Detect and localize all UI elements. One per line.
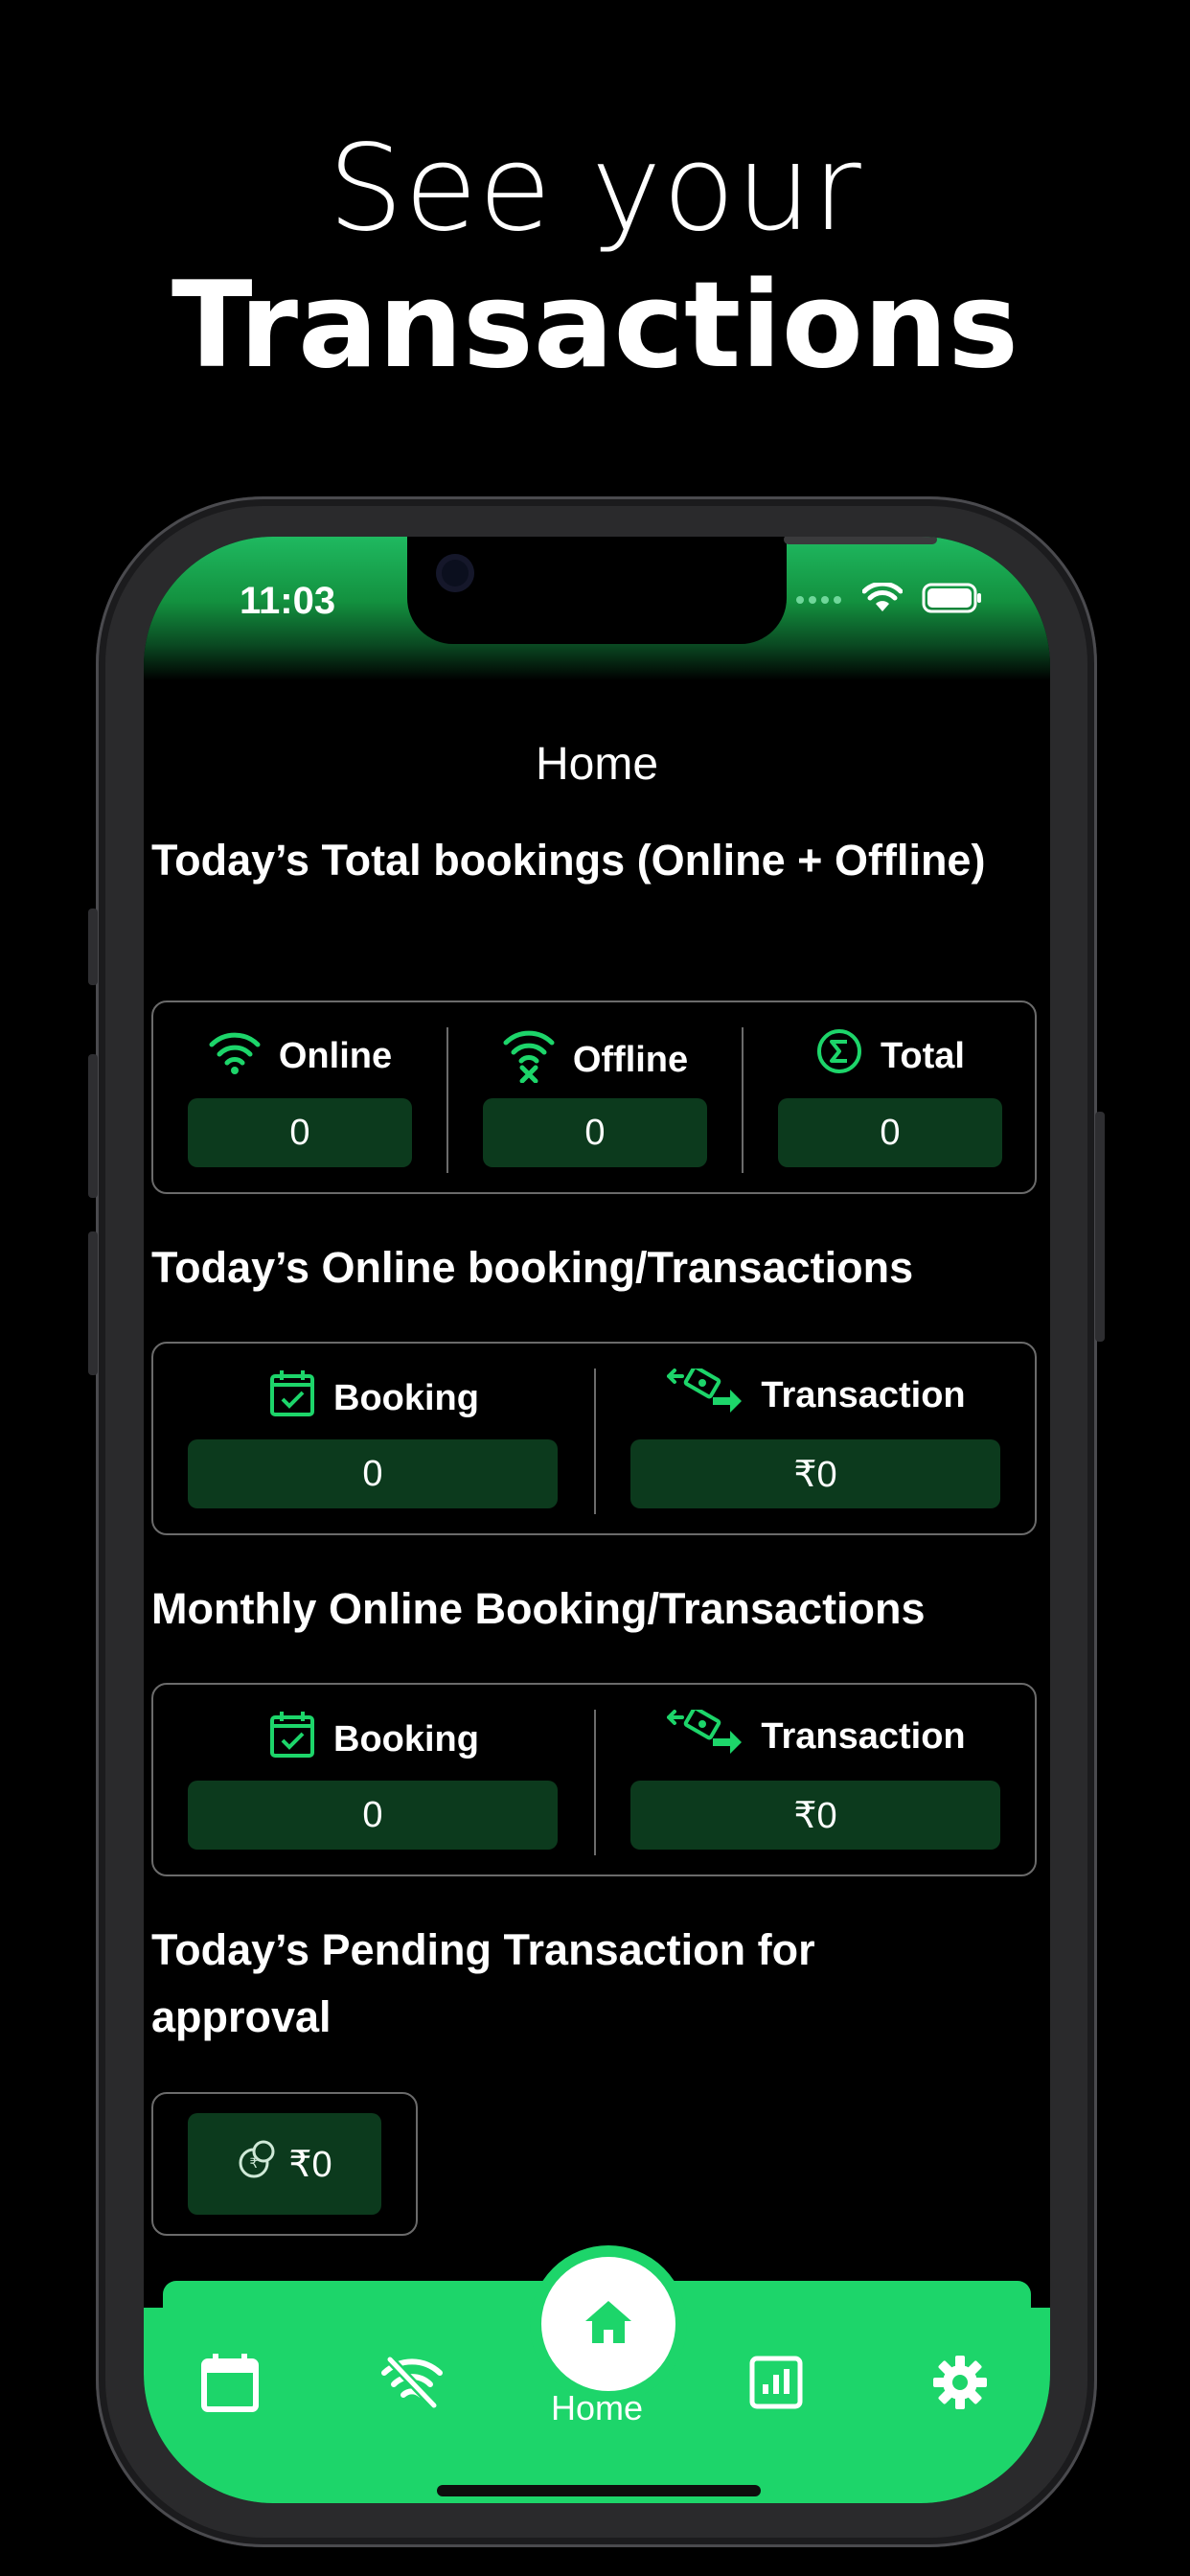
transaction-value: ₹0 xyxy=(630,1781,1000,1850)
app-screen: 11:03 Home Today’s Total bookings (Onlin… xyxy=(144,537,1050,2503)
monthly-online-title: Monthly Online Booking/Transactions xyxy=(151,1584,926,1633)
front-camera xyxy=(436,554,474,592)
status-icons xyxy=(795,581,983,618)
online-label: Online xyxy=(278,1035,393,1076)
booking-column: Booking 0 xyxy=(153,1344,594,1533)
pending-value-box: ₹ ₹0 xyxy=(188,2113,381,2215)
money-transfer-icon xyxy=(667,1365,744,1422)
speaker xyxy=(784,537,937,544)
booking-label: Booking xyxy=(333,1377,479,1418)
svg-text:₹: ₹ xyxy=(250,2156,259,2172)
booking-value: 0 xyxy=(188,1781,558,1850)
pending-card: ₹ ₹0 xyxy=(151,2092,418,2236)
online-column: Online 0 xyxy=(153,1002,446,1192)
transaction-column: Transaction ₹0 xyxy=(596,1344,1037,1533)
wifi-icon xyxy=(208,1027,262,1085)
offline-label: Offline xyxy=(572,1039,689,1080)
pending-title: Today’s Pending Transaction for approval xyxy=(151,1925,815,2041)
sigma-icon xyxy=(815,1027,863,1085)
headline-line1: See your xyxy=(328,120,862,258)
transaction-label: Transaction xyxy=(761,1715,966,1757)
signal-dots-icon xyxy=(795,592,843,610)
wifi-off-icon xyxy=(502,1027,556,1092)
wifi-icon xyxy=(861,581,904,618)
volume-down-button xyxy=(88,1231,98,1375)
money-transfer-icon xyxy=(667,1706,744,1763)
monthly-online-card: Booking 0 Transaction ₹0 xyxy=(151,1683,1037,1876)
mute-switch xyxy=(88,908,98,985)
offline-value: 0 xyxy=(483,1098,707,1167)
page-title: Home xyxy=(535,739,659,790)
booking-column: Booking 0 xyxy=(153,1685,594,1874)
home-indicator[interactable] xyxy=(437,2485,761,2496)
total-label: Total xyxy=(881,1035,965,1076)
notch xyxy=(407,537,937,644)
transaction-column: Transaction ₹0 xyxy=(596,1685,1037,1874)
volume-up-button xyxy=(88,1054,98,1198)
online-value: 0 xyxy=(188,1098,412,1167)
nav-home[interactable] xyxy=(530,2245,687,2403)
battery-icon xyxy=(922,583,983,618)
today-online-card: Booking 0 Transaction ₹0 xyxy=(151,1342,1037,1535)
transaction-value: ₹0 xyxy=(630,1439,1000,1508)
total-bookings-card: Online 0 Offline 0 Total 0 xyxy=(151,1000,1037,1194)
rupee-coin-icon: ₹ xyxy=(237,2138,279,2190)
headline-line2: Transactions xyxy=(171,257,1019,395)
booking-label: Booking xyxy=(333,1718,479,1760)
total-column: Total 0 xyxy=(744,1002,1037,1192)
booking-value: 0 xyxy=(188,1439,558,1508)
calendar-check-icon xyxy=(268,1710,316,1769)
pending-value: ₹0 xyxy=(288,2144,332,2185)
total-value: 0 xyxy=(778,1098,1002,1167)
home-icon xyxy=(583,2298,634,2351)
transaction-label: Transaction xyxy=(761,1374,966,1415)
total-bookings-title: Today’s Total bookings (Online + Offline… xyxy=(151,836,986,885)
today-online-title: Today’s Online booking/Transactions xyxy=(151,1243,914,1292)
calendar-check-icon xyxy=(268,1368,316,1428)
status-time: 11:03 xyxy=(240,580,336,622)
nav-home-label: Home xyxy=(550,2388,644,2427)
offline-column: Offline 0 xyxy=(448,1002,742,1192)
power-button xyxy=(1095,1112,1105,1342)
